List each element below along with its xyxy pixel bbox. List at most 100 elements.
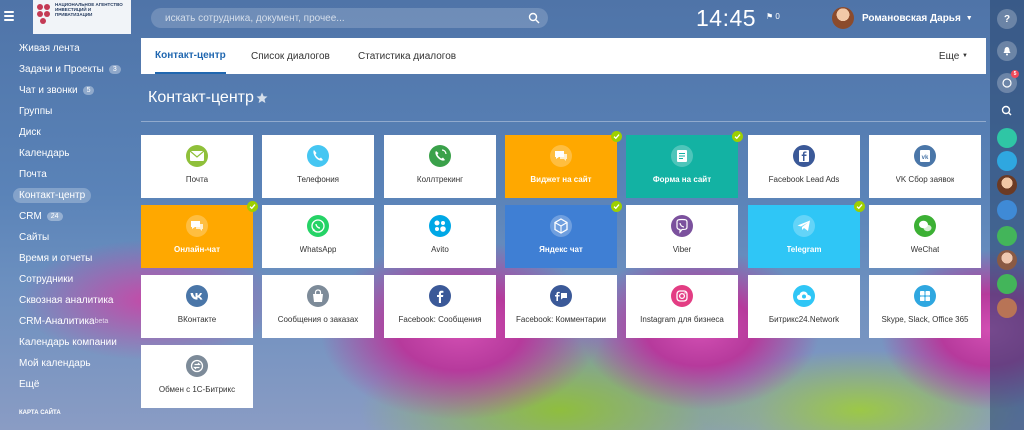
- menu-icon[interactable]: [4, 11, 14, 21]
- channel-tile[interactable]: Сообщения о заказах: [262, 275, 374, 338]
- search-box[interactable]: [151, 8, 548, 28]
- contact-avatar[interactable]: [997, 226, 1017, 246]
- star-icon[interactable]: [256, 92, 268, 104]
- more-label: Еще: [938, 50, 960, 62]
- sitemap-link[interactable]: КАРТА САЙТА: [19, 410, 61, 416]
- channel-tile[interactable]: Facebook: Сообщения: [384, 275, 496, 338]
- sidebar-item-label: Календарь компании: [19, 337, 117, 348]
- channel-tile[interactable]: WeChat: [869, 205, 981, 268]
- tile-label: Facebook Lead Ads: [768, 175, 840, 184]
- contact-avatar[interactable]: [997, 250, 1017, 270]
- contact-avatar[interactable]: [997, 151, 1017, 171]
- sidebar-item-label: Время и отчеты: [19, 253, 93, 264]
- flag-count: 0: [775, 12, 780, 21]
- tile-label: Facebook: Комментарии: [516, 315, 606, 324]
- channel-tile[interactable]: Телефония: [262, 135, 374, 198]
- contact-avatar[interactable]: [997, 200, 1017, 220]
- company-logo[interactable]: НАЦИОНАЛЬНОЕ АГЕНТСТВО ИНВЕСТИЦИЙ И ПРИВ…: [33, 0, 131, 34]
- sidebar-item-label: CRM: [19, 211, 42, 222]
- search-icon[interactable]: [528, 12, 540, 24]
- vk-form-icon: vk: [914, 145, 936, 167]
- rail-search-icon[interactable]: [997, 101, 1017, 121]
- help-icon[interactable]: ?: [997, 9, 1017, 29]
- sidebar-item[interactable]: Ещё: [0, 374, 135, 395]
- sidebar-item[interactable]: Живая лента: [0, 38, 135, 59]
- sidebar-item[interactable]: Календарь компании: [0, 332, 135, 353]
- sidebar-item[interactable]: Сайты: [0, 227, 135, 248]
- contact-avatar[interactable]: [997, 298, 1017, 318]
- sidebar-item[interactable]: Календарь: [0, 143, 135, 164]
- sidebar-item[interactable]: Группы: [0, 101, 135, 122]
- contact-avatar[interactable]: [997, 128, 1017, 148]
- yandex-chat-icon: [550, 215, 572, 237]
- tab-dialog-stats[interactable]: Статистика диалогов: [358, 38, 456, 74]
- channel-tile[interactable]: ВКонтакте: [141, 275, 253, 338]
- beta-label: beta: [94, 318, 109, 325]
- facebook-leads-icon: [793, 145, 815, 167]
- channel-tile[interactable]: Виджет на сайт: [505, 131, 622, 198]
- logo-text: НАЦИОНАЛЬНОЕ АГЕНТСТВО ИНВЕСТИЦИЙ И ПРИВ…: [55, 2, 123, 18]
- channel-tile[interactable]: Онлайн-чат: [141, 201, 258, 268]
- channel-tile[interactable]: Skype, Slack, Office 365: [869, 275, 981, 338]
- channel-tile[interactable]: Telegram: [748, 201, 865, 268]
- channel-tile[interactable]: Яндекс чат: [505, 201, 622, 268]
- channel-tile[interactable]: WhatsApp: [262, 205, 374, 268]
- sidebar-item-label: Контакт-центр: [13, 188, 92, 203]
- sidebar-item[interactable]: Время и отчеты: [0, 248, 135, 269]
- sidebar-item-label: Мой календарь: [19, 358, 91, 369]
- channel-tile[interactable]: Почта: [141, 135, 253, 198]
- sidebar-item[interactable]: Контакт-центр: [0, 185, 135, 206]
- check-icon: [247, 201, 258, 212]
- channel-tile[interactable]: Facebook: Комментарии: [505, 275, 617, 338]
- search-input[interactable]: [151, 8, 548, 28]
- notifications-icon[interactable]: [997, 41, 1017, 61]
- channel-tile[interactable]: Форма на сайт: [626, 131, 743, 198]
- sidebar-item[interactable]: CRM 24: [0, 206, 135, 227]
- tab-dialog-list[interactable]: Список диалогов: [251, 38, 330, 74]
- form-icon: [671, 145, 693, 167]
- sidebar-item[interactable]: Почта: [0, 164, 135, 185]
- tile-label: Avito: [431, 245, 449, 254]
- channel-tile[interactable]: vk VK Сбор заявок: [869, 135, 981, 198]
- chat-list-icon[interactable]: 5: [997, 70, 1019, 93]
- tile-label: Телефония: [297, 175, 339, 184]
- sidebar-item[interactable]: Задачи и Проекты 3: [0, 59, 135, 80]
- more-button[interactable]: Еще ▼: [939, 38, 968, 74]
- channel-tile[interactable]: Обмен с 1С-Битрикс: [141, 345, 253, 408]
- facebook-comments-icon: [550, 285, 572, 307]
- channel-tile[interactable]: Битрикс24.Network: [748, 275, 860, 338]
- chevron-down-icon: ▼: [962, 53, 968, 59]
- sidebar-item[interactable]: Чат и звонки 5: [0, 80, 135, 101]
- sidebar-item[interactable]: Диск: [0, 122, 135, 143]
- contact-avatar[interactable]: [997, 274, 1017, 294]
- svg-text:vk: vk: [922, 155, 929, 161]
- sidebar-item[interactable]: Сотрудники: [0, 269, 135, 290]
- chat-badge: 5: [1011, 70, 1019, 78]
- sidebar-item-label: Живая лента: [19, 43, 80, 54]
- tab-contact-center[interactable]: Контакт-центр: [155, 38, 226, 74]
- sidebar-item[interactable]: CRM-Аналитика beta: [0, 311, 135, 332]
- sidebar-item[interactable]: Мой календарь: [0, 353, 135, 374]
- sidebar-item-label: Ещё: [19, 379, 40, 390]
- sidebar-item-label: CRM-Аналитика: [19, 316, 95, 327]
- user-menu[interactable]: Романовская Дарья ▼: [832, 6, 973, 30]
- check-icon: [611, 201, 622, 212]
- exchange-icon: [186, 355, 208, 377]
- channel-tile[interactable]: Коллтрекинг: [384, 135, 496, 198]
- channel-tile[interactable]: Avito: [384, 205, 496, 268]
- phone-icon: [307, 145, 329, 167]
- user-name: Романовская Дарья: [862, 12, 961, 24]
- tile-label: WhatsApp: [299, 245, 337, 254]
- tile-label: Почта: [185, 175, 209, 184]
- channel-tile[interactable]: Viber: [626, 205, 738, 268]
- counter-badge: 24: [46, 212, 63, 221]
- flag-counter[interactable]: ⚑ 0: [766, 12, 780, 21]
- channel-tile[interactable]: Instagram для бизнеса: [626, 275, 738, 338]
- counter-badge: 3: [108, 65, 121, 74]
- check-icon: [611, 131, 622, 142]
- sidebar-item-label: Почта: [19, 169, 47, 180]
- left-sidebar: Живая лента Задачи и Проекты 3 Чат и звонки…: [0, 38, 135, 395]
- sidebar-item[interactable]: Сквозная аналитика: [0, 290, 135, 311]
- channel-tile[interactable]: Facebook Lead Ads: [748, 135, 860, 198]
- contact-avatar[interactable]: [997, 175, 1017, 195]
